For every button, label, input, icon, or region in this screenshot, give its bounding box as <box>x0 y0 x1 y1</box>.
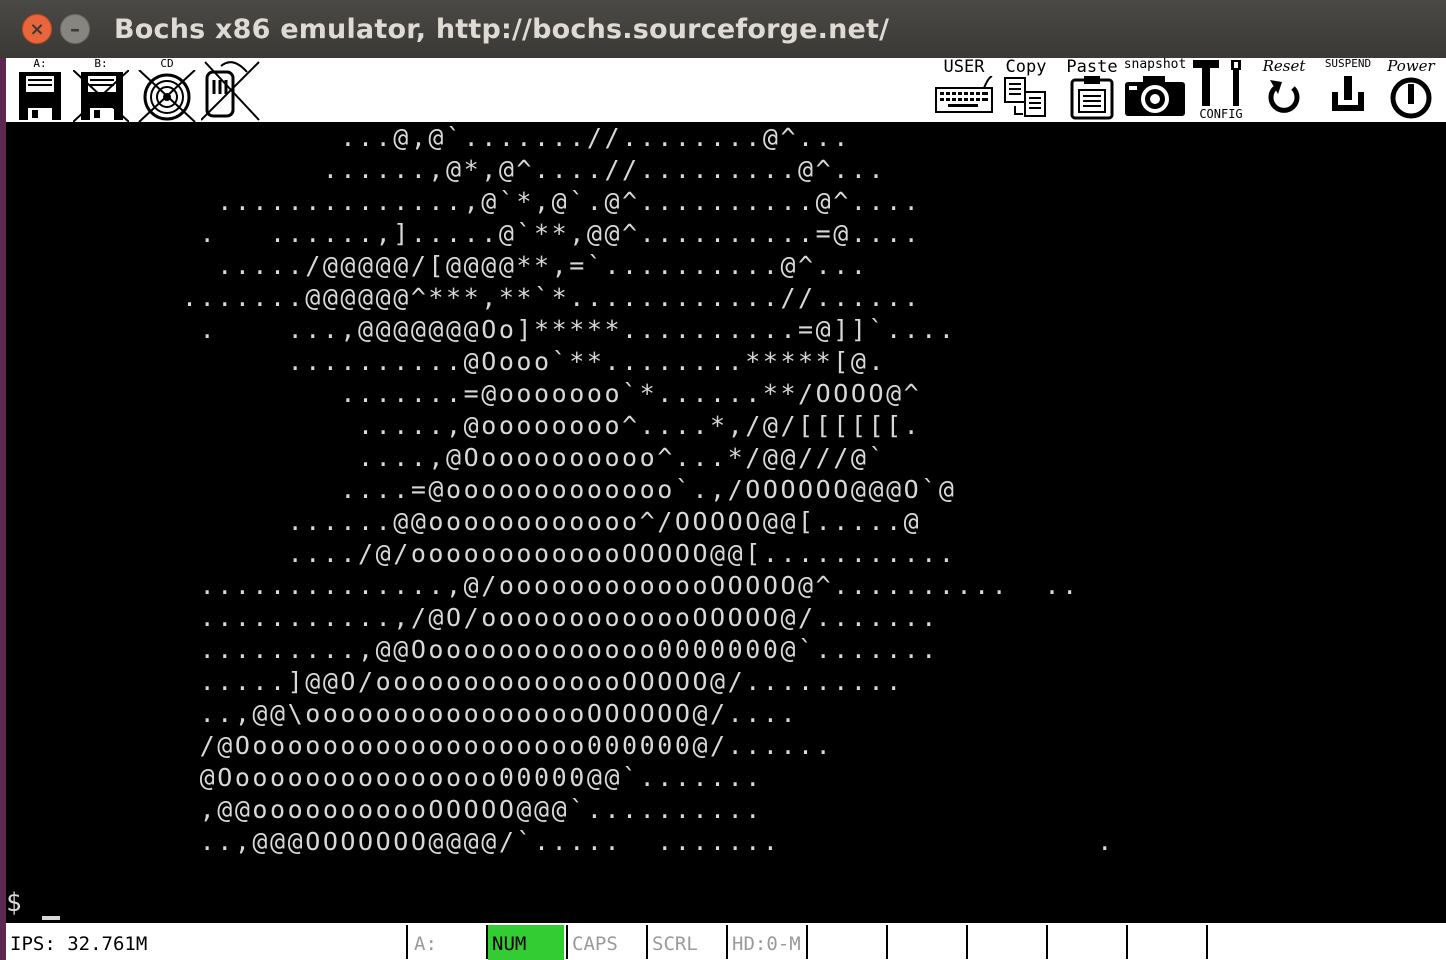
clipboard-icon <box>1070 76 1114 120</box>
ascii-art-line: ,@@ooooooooooOOOOO@@@`.......... <box>6 795 763 824</box>
ascii-art-line: /@Oooooooooooooooooooo000000@/...... <box>6 731 834 760</box>
paste-label: Paste <box>1066 58 1118 77</box>
ascii-art-line: ..............,@/ooooooooooooOOOOO@^....… <box>6 571 1080 600</box>
ascii-art-line: .......=@ooooooo`*......**/OOOO@^ <box>6 379 922 408</box>
cdrom-label: CD <box>160 58 174 70</box>
statusbar-divider <box>886 925 888 959</box>
ascii-art-line: . ......,].....@`**,@@^..........=@.... <box>6 219 922 248</box>
config-button[interactable]: CONFIG <box>1190 58 1252 122</box>
statusbar-divider <box>806 925 808 959</box>
ascii-art-line: .....]@@O/ooooooooooooooOOOOO@/......... <box>6 667 904 696</box>
statusbar-divider <box>1046 925 1048 959</box>
num-lock-indicator: NUM <box>488 925 564 960</box>
snapshot-button[interactable]: snapshot <box>1120 58 1190 122</box>
reset-icon <box>1268 80 1300 113</box>
emulator-screen[interactable]: ...@,@`.......//........@^... ......,@*,… <box>6 122 1446 922</box>
mouse-disabled-icon <box>201 61 260 121</box>
ascii-art-line: ..........@Oooo`**........*****[@. <box>6 347 887 376</box>
ascii-art-line: ..,@@@OOOOOOO@@@@/`..... ....... . <box>6 827 1115 856</box>
keyboard-icon <box>935 76 993 113</box>
snapshot-label: snapshot <box>1123 58 1187 72</box>
ascii-art-line: ..............,@`*,@`.@^..........@^.... <box>6 187 922 216</box>
ascii-art-line: ...........,/@O/ooooooooooooOOOOO@/.....… <box>6 603 939 632</box>
ascii-art-line: ...@,@`.......//........@^... <box>6 123 851 152</box>
camera-icon <box>1125 76 1185 116</box>
shell-prompt: $ <box>6 888 22 918</box>
ips-indicator: IPS: 32.761M <box>10 933 148 955</box>
window-titlebar[interactable]: × – Bochs x86 emulator, http://bochs.sou… <box>0 0 1446 58</box>
bochs-statusbar: IPS: 32.761M A: NUM CAPS SCRL HD:0-M <box>6 922 1446 960</box>
ascii-art-line: .........,@@Oooooooooooooo0000000@`.....… <box>6 635 939 664</box>
statusbar-divider <box>1206 925 1208 959</box>
user-button[interactable]: USER <box>932 58 996 122</box>
ascii-art-line: ....=@ooooooooooooo`.,/OOOOOO@@@O`@ <box>6 475 957 504</box>
ascii-art-line: ......@@oooooooooooo^/OOOOO@@[.....@ <box>6 507 922 536</box>
power-label: Power <box>1387 58 1435 75</box>
power-button[interactable]: Power <box>1380 58 1442 122</box>
ascii-art-line: ....,@Ooooooooooo^...*/@@///@` <box>6 443 887 472</box>
drive-a-indicator: A: <box>414 933 437 955</box>
statusbar-divider <box>406 925 408 959</box>
hard-disk-indicator: HD:0-M <box>732 933 801 955</box>
floppy-disk-disabled-icon <box>73 70 129 122</box>
statusbar-divider <box>966 925 968 959</box>
tools-icon <box>1193 60 1241 106</box>
mouse-capture-button[interactable] <box>200 58 262 122</box>
floppy-b-button[interactable]: B: <box>72 58 130 122</box>
floppy-disk-icon <box>19 72 61 120</box>
copy-label: Copy <box>1005 58 1047 77</box>
ascii-art-line: @Oooooooooooooooo00000@@`....... <box>6 763 763 792</box>
bochs-toolbar: A: B: CD USER Copy Paste snapshot CONFIG… <box>6 58 1446 122</box>
caps-lock-indicator: CAPS <box>572 933 618 955</box>
copy-button[interactable]: Copy <box>1000 58 1052 122</box>
power-icon <box>1390 77 1432 119</box>
statusbar-divider <box>1126 925 1128 959</box>
copy-icon <box>1004 77 1046 117</box>
suspend-icon <box>1332 76 1364 111</box>
ascii-art-line: . ...,@@@@@@@Oo]*****..........=@]]`.... <box>6 315 957 344</box>
ascii-art-line: ..,@@\ooooooooooooooooOOOOOO@/.... <box>6 699 799 728</box>
reset-label: Reset <box>1262 58 1306 75</box>
close-window-button[interactable]: × <box>22 14 52 44</box>
paste-button[interactable]: Paste <box>1066 58 1118 122</box>
ascii-art-line: ......,@*,@^....//.........@^... <box>6 155 887 184</box>
scroll-lock-indicator: SCRL <box>652 933 698 955</box>
cdrom-disabled-icon <box>138 70 196 122</box>
cdrom-button[interactable]: CD <box>136 58 198 122</box>
ascii-art-line: ...../@@@@@/[@@@@**,=`..........@^... <box>6 251 869 280</box>
minimize-window-button[interactable]: – <box>60 14 90 44</box>
user-label: USER <box>943 58 985 77</box>
floppy-b-label: B: <box>94 58 108 70</box>
ascii-art-line: ..../@/ooooooooooooOOOOO@@[........... <box>6 539 957 568</box>
floppy-a-button[interactable]: A: <box>14 58 66 122</box>
suspend-label: SUSPEND <box>1324 58 1372 70</box>
window-title: Bochs x86 emulator, http://bochs.sourcef… <box>114 13 890 45</box>
ascii-art-line: .....,@oooooooo^....*,/@/[[[[[[. <box>6 411 922 440</box>
reset-button[interactable]: Reset <box>1252 58 1316 122</box>
text-cursor <box>42 916 60 920</box>
suspend-button[interactable]: SUSPEND <box>1316 58 1380 122</box>
ascii-art-line: .......@@@@@@^***,**`*............//....… <box>6 283 922 312</box>
floppy-a-label: A: <box>33 58 47 70</box>
config-label: CONFIG <box>1199 107 1243 121</box>
